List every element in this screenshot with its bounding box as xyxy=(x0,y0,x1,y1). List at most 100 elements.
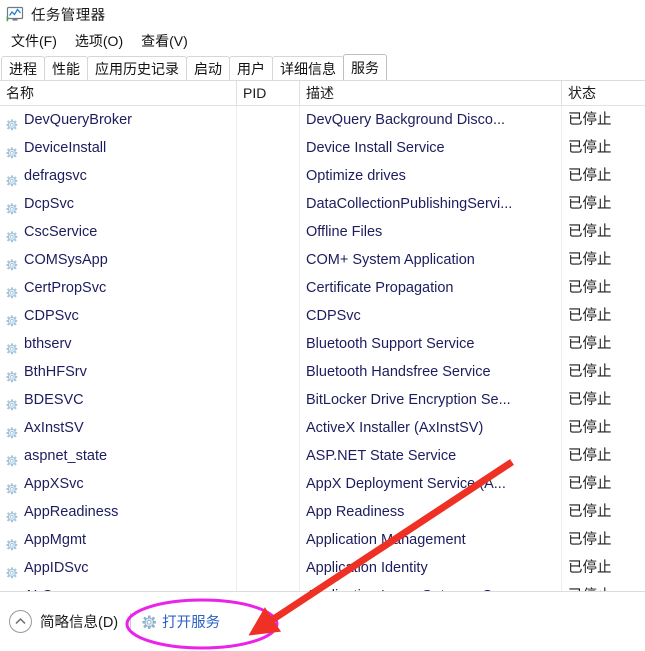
service-description-cell: Application Management xyxy=(300,526,562,554)
service-name-label: bthserv xyxy=(24,336,72,352)
service-name-label: CDPSvc xyxy=(24,308,79,324)
chevron-up-circle-icon xyxy=(9,610,32,633)
gear-icon xyxy=(6,450,19,466)
service-name-cell: ALG xyxy=(0,582,237,591)
column-header-pid[interactable]: PID xyxy=(237,81,300,106)
table-row[interactable]: AxInstSV ActiveX Installer (AxInstSV) 已停止 xyxy=(0,414,645,442)
table-header-row: 名称 PID 描述 状态 xyxy=(0,81,645,106)
menu-bar: 文件(F) 选项(O) 查看(V) xyxy=(0,28,645,54)
gear-icon xyxy=(6,198,19,214)
service-description-cell: Offline Files xyxy=(300,218,562,246)
service-name-cell: CscService xyxy=(0,218,237,246)
column-header-description[interactable]: 描述 xyxy=(300,81,562,106)
open-services-label: 打开服务 xyxy=(162,615,221,631)
tab-strip: 进程 性能 应用历史记录 启动 用户 详细信息 服务 xyxy=(0,54,645,80)
service-pid-cell xyxy=(237,274,300,302)
service-name-label: DevQueryBroker xyxy=(24,112,132,128)
service-status-cell: 已停止 xyxy=(568,168,612,184)
service-pid-cell xyxy=(237,302,300,330)
service-name-cell: COMSysApp xyxy=(0,246,237,274)
service-pid-cell xyxy=(237,218,300,246)
title-bar: 任务管理器 xyxy=(0,0,645,28)
service-status-cell: 已停止 xyxy=(568,336,612,352)
menu-item-file[interactable]: 文件(F) xyxy=(2,29,66,53)
service-status-cell: 已停止 xyxy=(568,308,612,324)
gear-icon xyxy=(6,338,19,354)
service-status-cell: 已停止 xyxy=(562,582,645,591)
fewer-details-label: 简略信息(D) xyxy=(40,615,119,631)
gear-icon xyxy=(6,226,19,242)
tab-details[interactable]: 详细信息 xyxy=(272,56,344,80)
table-row[interactable]: DeviceInstall Device Install Service 已停止 xyxy=(0,134,645,162)
tab-services[interactable]: 服务 xyxy=(343,54,387,80)
service-status-cell: 已停止 xyxy=(568,420,612,436)
tab-performance[interactable]: 性能 xyxy=(44,56,88,80)
services-table: 名称 PID 描述 状态 DevQueryBroker DevQuery Back… xyxy=(0,80,645,591)
table-row[interactable]: CertPropSvc Certificate Propagation 已停止 xyxy=(0,274,645,302)
service-status-cell: 已停止 xyxy=(568,476,612,492)
service-name-label: AppReadiness xyxy=(24,504,119,520)
table-row[interactable]: AppMgmt Application Management 已停止 xyxy=(0,526,645,554)
gear-icon xyxy=(6,310,19,326)
bottom-bar: 简略信息(D) 打开服务 xyxy=(0,591,645,651)
service-name-cell: BthHFSrv xyxy=(0,358,237,386)
table-row[interactable]: aspnet_state ASP.NET State Service 已停止 xyxy=(0,442,645,470)
service-name-label: AppXSvc xyxy=(24,476,84,492)
menu-item-options[interactable]: 选项(O) xyxy=(66,29,132,53)
table-row[interactable]: DevQueryBroker DevQuery Background Disco.… xyxy=(0,106,645,134)
service-pid-cell xyxy=(237,358,300,386)
service-status-cell: 已停止 xyxy=(568,504,612,520)
table-row[interactable]: BDESVC BitLocker Drive Encryption Se... 已停… xyxy=(0,386,645,414)
service-name-label: DcpSvc xyxy=(24,196,74,212)
table-row[interactable]: CscService Offline Files 已停止 xyxy=(0,218,645,246)
table-row[interactable]: BthHFSrv Bluetooth Handsfree Service 已停止 xyxy=(0,358,645,386)
service-description-cell: App Readiness xyxy=(300,498,562,526)
service-name-cell: CDPSvc xyxy=(0,302,237,330)
tab-app-history[interactable]: 应用历史记录 xyxy=(87,56,187,80)
service-name-label: CscService xyxy=(24,224,98,240)
service-name-cell: AppMgmt xyxy=(0,526,237,554)
tab-processes[interactable]: 进程 xyxy=(1,56,45,80)
table-row[interactable]: bthserv Bluetooth Support Service 已停止 xyxy=(0,330,645,358)
table-row[interactable]: ALG Application Layer Gateway Se...已停止 xyxy=(0,582,645,591)
service-status-cell: 已停止 xyxy=(568,560,612,576)
service-description-cell: Certificate Propagation xyxy=(300,274,562,302)
service-description-cell: Application Identity xyxy=(300,554,562,582)
tab-users[interactable]: 用户 xyxy=(229,56,273,80)
table-row[interactable]: DcpSvc DataCollectionPublishingServi... 已停… xyxy=(0,190,645,218)
gear-icon xyxy=(6,114,19,130)
tab-startup[interactable]: 启动 xyxy=(186,56,230,80)
gear-icon xyxy=(6,562,19,578)
service-name-cell: DevQueryBroker xyxy=(0,106,237,134)
column-header-name[interactable]: 名称 xyxy=(0,81,237,106)
gear-icon xyxy=(6,478,19,494)
column-header-status[interactable]: 状态 xyxy=(562,81,645,106)
service-name-label: DeviceInstall xyxy=(24,140,107,156)
menu-item-view[interactable]: 查看(V) xyxy=(132,29,197,53)
table-row[interactable]: COMSysApp COM+ System Application 已停止 xyxy=(0,246,645,274)
service-name-cell: CertPropSvc xyxy=(0,274,237,302)
gear-icon xyxy=(6,422,19,438)
service-name-cell: BDESVC xyxy=(0,386,237,414)
table-row[interactable]: AppIDSvc Application Identity 已停止 xyxy=(0,554,645,582)
service-description-cell: ASP.NET State Service xyxy=(300,442,562,470)
service-description-cell: Bluetooth Handsfree Service xyxy=(300,358,562,386)
service-name-label: AppIDSvc xyxy=(24,560,89,576)
table-row[interactable]: CDPSvc CDPSvc 已停止 xyxy=(0,302,645,330)
gear-icon xyxy=(6,534,19,550)
fewer-details-button[interactable]: 简略信息(D) xyxy=(9,610,118,633)
service-name-label: BDESVC xyxy=(24,392,84,408)
open-services-button[interactable]: 打开服务 xyxy=(142,611,220,632)
table-row[interactable]: AppXSvc AppX Deployment Service (A... 已停止 xyxy=(0,470,645,498)
service-name-cell: AppReadiness xyxy=(0,498,237,526)
service-name-label: BthHFSrv xyxy=(24,364,87,380)
service-name-cell: aspnet_state xyxy=(0,442,237,470)
service-status-cell: 已停止 xyxy=(568,364,612,380)
service-pid-cell xyxy=(237,162,300,190)
bottom-bar-separator xyxy=(130,613,132,630)
table-row[interactable]: AppReadiness App Readiness 已停止 xyxy=(0,498,645,526)
service-pid-cell xyxy=(237,442,300,470)
task-manager-monitor-icon xyxy=(6,5,24,23)
service-pid-cell xyxy=(237,498,300,526)
table-row[interactable]: defragsvc Optimize drives 已停止 xyxy=(0,162,645,190)
